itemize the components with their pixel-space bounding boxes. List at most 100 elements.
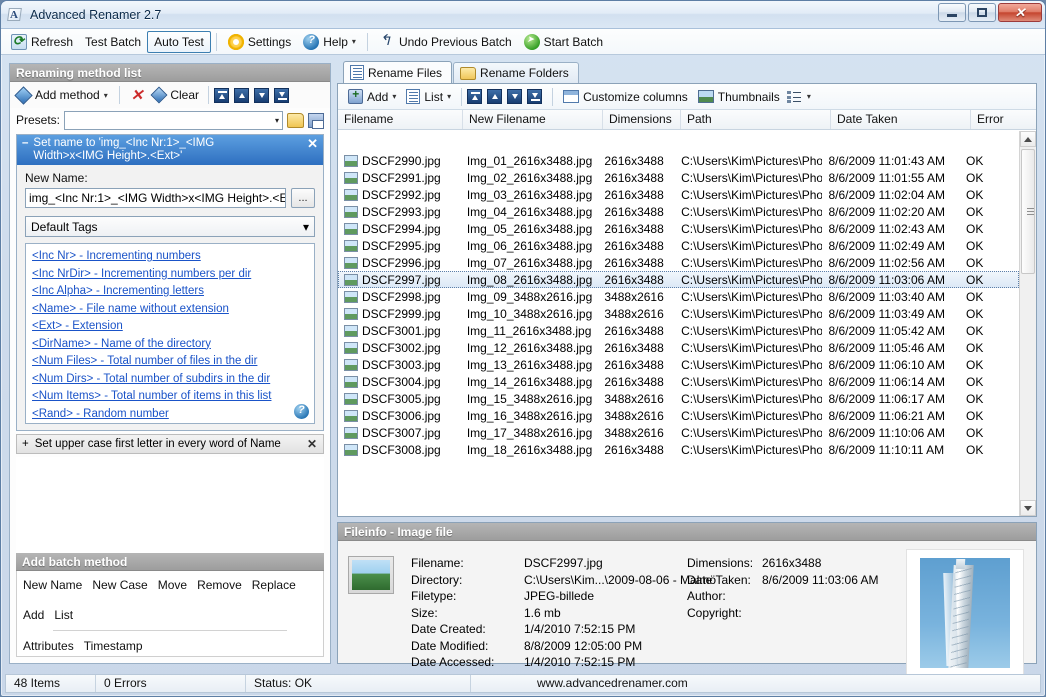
batch-method-move[interactable]: Move [158,575,187,595]
move-down-button[interactable] [254,88,269,103]
move-file-to-top-button[interactable] [467,89,482,104]
thumbnails-button[interactable]: Thumbnails [693,86,785,108]
minimize-button[interactable] [938,3,966,22]
remove-method-button[interactable]: ✕ [125,84,150,106]
browse-button[interactable]: ... [291,188,315,208]
move-to-bottom-button[interactable] [274,88,289,103]
tab-rename-files[interactable]: Rename Files [343,61,452,83]
clear-methods-button[interactable]: Clear [149,84,203,106]
gear-icon [228,34,244,50]
help-icon[interactable] [294,404,309,419]
customize-columns-button[interactable]: Customize columns [558,86,693,108]
column-header-filename[interactable]: Filename [338,110,463,129]
file-list-scrollbar[interactable] [1019,131,1036,516]
table-row[interactable]: DSCF2991.jpgImg_02_2616x3488.jpg2616x348… [338,169,1019,186]
tag-link[interactable]: <DirName> - Name of the directory [32,336,308,354]
batch-method-replace[interactable]: Replace [252,575,296,595]
scroll-up-button[interactable] [1020,131,1036,147]
settings-button[interactable]: Settings [222,31,297,53]
cell-path: C:\Users\Kim\Pictures\Pho... [675,306,822,322]
table-row[interactable]: DSCF3005.jpgImg_15_3488x2616.jpg3488x261… [338,390,1019,407]
column-header-date-taken[interactable]: Date Taken [831,110,971,129]
expand-icon[interactable]: + [22,438,29,450]
close-button[interactable]: ✕ [998,3,1042,22]
column-header-error[interactable]: Error [971,110,1031,129]
table-row[interactable]: DSCF2993.jpgImg_04_2616x3488.jpg2616x348… [338,203,1019,220]
batch-method-new-case[interactable]: New Case [92,575,147,595]
column-header-new-filename[interactable]: New Filename [463,110,603,129]
table-row[interactable]: DSCF3001.jpgImg_11_2616x3488.jpg2616x348… [338,322,1019,339]
table-row[interactable]: DSCF3002.jpgImg_12_2616x3488.jpg2616x348… [338,339,1019,356]
table-row[interactable]: DSCF2996.jpgImg_07_2616x3488.jpg2616x348… [338,254,1019,271]
table-row[interactable]: DSCF3007.jpgImg_17_3488x2616.jpg3488x261… [338,424,1019,441]
fileinfo-header: Fileinfo - Image file [338,523,1036,541]
table-row[interactable]: DSCF2994.jpgImg_05_2616x3488.jpg2616x348… [338,220,1019,237]
batch-method-add[interactable]: Add [23,605,44,625]
add-method-button[interactable]: Add method ▾ [15,84,114,106]
table-row[interactable]: DSCF2995.jpgImg_06_2616x3488.jpg2616x348… [338,237,1019,254]
cell-path: C:\Users\Kim\Pictures\Pho... [675,289,822,305]
tag-group-combo[interactable]: Default Tags ▾ [25,216,315,237]
table-row[interactable]: DSCF2997.jpgImg_08_2616x3488.jpg2616x348… [338,271,1019,288]
cell-new-filename: Img_01_2616x3488.jpg [461,153,599,169]
start-batch-button[interactable]: Start Batch [518,31,609,53]
column-header-dimensions[interactable]: Dimensions [603,110,681,129]
batch-method-list[interactable]: List [54,605,73,625]
collapse-icon[interactable]: – [22,137,28,150]
add-files-button[interactable]: Add ▾ [343,86,401,108]
table-row[interactable]: DSCF3008.jpgImg_18_2616x3488.jpg2616x348… [338,441,1019,458]
test-batch-button[interactable]: Test Batch [79,31,147,53]
list-menu-button[interactable]: List ▾ [401,86,456,108]
table-row[interactable]: DSCF2998.jpgImg_09_3488x2616.jpg3488x261… [338,288,1019,305]
help-button[interactable]: Help ▾ [297,31,362,53]
auto-test-button[interactable]: Auto Test [147,31,211,53]
tag-link[interactable]: <Num Items> - Total number of items in t… [32,388,308,406]
presets-combo[interactable]: ▾ [64,111,283,130]
method-card-collapsed[interactable]: + Set upper case first letter in every w… [16,434,324,454]
new-name-input[interactable]: img_<Inc Nr:1>_<IMG Width>x<IMG Height>.… [25,188,286,208]
table-row[interactable]: DSCF3006.jpgImg_16_3488x2616.jpg3488x261… [338,407,1019,424]
tag-link[interactable]: <Rand> - Random number [32,406,308,424]
tag-link[interactable]: <Num Dirs> - Total number of subdirs in … [32,371,308,389]
table-row[interactable]: DSCF2992.jpgImg_03_2616x3488.jpg2616x348… [338,186,1019,203]
table-row[interactable]: DSCF3003.jpgImg_13_2616x3488.jpg2616x348… [338,356,1019,373]
table-row[interactable]: DSCF2999.jpgImg_10_3488x2616.jpg3488x261… [338,305,1019,322]
view-mode-button[interactable]: ▾ [785,86,813,108]
tag-link[interactable]: <Name> - File name without extension [32,301,308,319]
table-row[interactable]: DSCF3004.jpgImg_14_2616x3488.jpg2616x348… [338,373,1019,390]
tag-link[interactable]: <Inc Nr> - Incrementing numbers [32,248,308,266]
close-icon[interactable]: ✕ [307,137,318,150]
tag-list: <Inc Nr> - Incrementing numbers <Inc NrD… [25,243,315,424]
tab-rename-folders[interactable]: Rename Folders [453,62,579,83]
move-file-up-button[interactable] [487,89,502,104]
save-preset-icon[interactable] [308,113,324,128]
move-file-down-button[interactable] [507,89,522,104]
tag-link[interactable]: <Inc NrDir> - Incrementing numbers per d… [32,266,308,284]
batch-method-remove[interactable]: Remove [197,575,242,595]
cell-new-filename: Img_11_2616x3488.jpg [461,323,599,339]
tag-link[interactable]: <Inc Alpha> - Incrementing letters [32,283,308,301]
scroll-down-button[interactable] [1020,500,1036,516]
cell-path: C:\Users\Kim\Pictures\Pho... [675,323,822,339]
batch-method-timestamp[interactable]: Timestamp [84,636,143,656]
move-to-top-button[interactable] [214,88,229,103]
tag-link[interactable]: <Ext> - Extension [32,318,308,336]
close-icon[interactable]: ✕ [307,437,317,451]
image-file-icon [344,410,358,422]
status-bar: 48 Items 0 Errors Status: OK www.advance… [5,674,1041,693]
tag-link[interactable]: <Num Files> - Total number of files in t… [32,353,308,371]
undo-previous-batch-button[interactable]: Undo Previous Batch [373,31,518,53]
batch-method-new-name[interactable]: New Name [23,575,82,595]
move-up-button[interactable] [234,88,249,103]
batch-method-attributes[interactable]: Attributes [23,636,74,656]
scrollbar-thumb[interactable] [1021,149,1035,274]
move-file-to-bottom-button[interactable] [527,89,542,104]
method-card-header[interactable]: – Set name to 'img_<Inc Nr:1>_<IMG Width… [17,135,323,165]
table-row[interactable]: DSCF2990.jpgImg_01_2616x3488.jpg2616x348… [338,152,1019,169]
maximize-button[interactable] [968,3,996,22]
open-preset-icon[interactable] [287,113,304,128]
column-header-path[interactable]: Path [681,110,831,129]
method-list-empty-area [16,457,324,553]
refresh-button[interactable]: Refresh [5,31,79,53]
cell-path: C:\Users\Kim\Pictures\Pho... [675,425,822,441]
